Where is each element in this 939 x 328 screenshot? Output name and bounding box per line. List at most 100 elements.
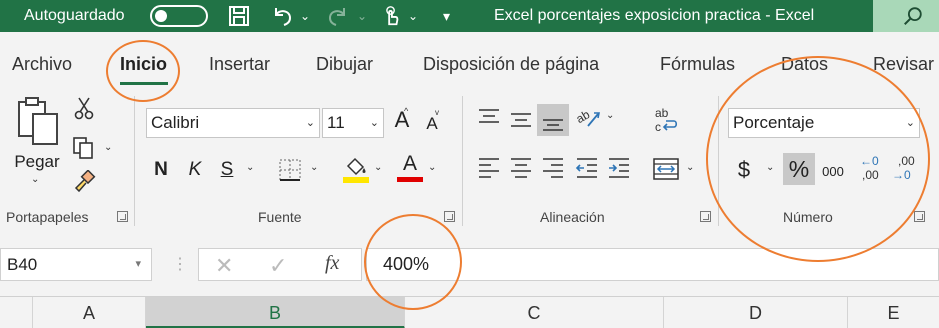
- save-icon[interactable]: [227, 4, 251, 28]
- font-name-value: Calibri: [151, 113, 200, 132]
- tab-disposicion[interactable]: Disposición de página: [423, 54, 599, 75]
- tab-inicio[interactable]: Inicio: [120, 54, 167, 75]
- insert-function-icon[interactable]: fx: [325, 252, 339, 275]
- borders-dropdown-icon[interactable]: ⌄: [310, 162, 318, 173]
- align-bottom-button[interactable]: [537, 104, 569, 136]
- number-group-label: Número: [783, 209, 833, 225]
- name-box[interactable]: B40 ▾: [0, 248, 152, 281]
- currency-button[interactable]: $: [734, 158, 754, 182]
- decrease-decimal-bottom: →0: [892, 168, 911, 182]
- chevron-down-icon: ▾: [135, 258, 141, 270]
- decrease-decimal-button[interactable]: ,00 →0: [892, 154, 924, 184]
- align-middle-icon[interactable]: [508, 106, 534, 130]
- bold-button[interactable]: N: [150, 158, 172, 182]
- column-header[interactable]: C: [405, 297, 664, 328]
- enter-icon[interactable]: ✓: [269, 253, 287, 279]
- italic-button[interactable]: K: [184, 158, 206, 182]
- tab-revisar[interactable]: Revisar: [873, 54, 934, 75]
- align-center-icon[interactable]: [508, 156, 534, 180]
- formula-input[interactable]: 400%: [366, 248, 939, 281]
- column-header[interactable]: E: [848, 297, 939, 328]
- number-launcher-icon[interactable]: [914, 211, 925, 222]
- number-format-value: Porcentaje: [733, 113, 815, 132]
- increase-decimal-bottom: ,00: [862, 168, 879, 182]
- autosave-toggle[interactable]: [150, 5, 208, 27]
- percent-style-button[interactable]: %: [783, 153, 815, 185]
- merge-center-icon[interactable]: [652, 156, 680, 182]
- underline-dropdown-icon[interactable]: ⌄: [246, 162, 254, 173]
- format-painter-icon[interactable]: [72, 170, 96, 194]
- select-all-corner[interactable]: [0, 297, 33, 328]
- font-color-dropdown-icon[interactable]: ⌄: [428, 162, 436, 173]
- font-group-label: Fuente: [258, 209, 302, 225]
- tab-archivo[interactable]: Archivo: [12, 54, 72, 75]
- grow-font-button[interactable]: A: [390, 108, 414, 132]
- font-size-value: 11: [327, 113, 345, 132]
- shrink-font-button[interactable]: A: [422, 112, 442, 136]
- fill-color-dropdown-icon[interactable]: ⌄: [374, 162, 382, 173]
- comma-style-button[interactable]: 000: [820, 160, 846, 184]
- font-color-button[interactable]: A: [398, 152, 422, 176]
- column-header-row: A B C D E: [0, 296, 939, 328]
- currency-dropdown-icon[interactable]: ⌄: [766, 162, 774, 173]
- font-size-select[interactable]: 11 ⌄: [322, 108, 384, 138]
- alignment-launcher-icon[interactable]: [700, 211, 711, 222]
- decrease-indent-icon[interactable]: [574, 156, 600, 180]
- tab-dibujar[interactable]: Dibujar: [316, 54, 373, 75]
- name-box-value: B40: [7, 255, 38, 274]
- align-top-icon[interactable]: [476, 106, 502, 130]
- borders-icon[interactable]: [278, 158, 302, 182]
- formula-buttons: ✕ ✓ fx: [198, 248, 362, 281]
- title-bar: Autoguardado ⌄ ⌄ ⌄ ▾ Excel porcentajes e…: [0, 0, 939, 32]
- orientation-icon[interactable]: ab: [574, 104, 602, 130]
- ribbon-tabs: Archivo Inicio Insertar Dibujar Disposic…: [0, 32, 939, 92]
- autosave-label: Autoguardado: [24, 7, 125, 24]
- caret-down-icon: v: [435, 108, 439, 117]
- paste-icon[interactable]: [16, 96, 62, 146]
- svg-text:c: c: [655, 120, 661, 134]
- percent-label: %: [788, 156, 810, 182]
- orientation-dropdown-icon[interactable]: ⌄: [606, 110, 614, 121]
- formula-value: 400%: [383, 254, 430, 274]
- paste-dropdown-icon[interactable]: ⌄: [31, 174, 39, 185]
- resize-handle-icon[interactable]: ⋮: [172, 254, 188, 274]
- tab-insertar[interactable]: Insertar: [209, 54, 270, 75]
- font-name-select[interactable]: Calibri ⌄: [146, 108, 320, 138]
- group-separator: [134, 96, 135, 226]
- touch-mode-icon[interactable]: [380, 4, 402, 28]
- column-header[interactable]: D: [664, 297, 848, 328]
- undo-dropdown-icon[interactable]: ⌄: [300, 0, 310, 32]
- underline-button[interactable]: S: [216, 158, 238, 182]
- clipboard-launcher-icon[interactable]: [117, 211, 128, 222]
- excel-window: Autoguardado ⌄ ⌄ ⌄ ▾ Excel porcentajes e…: [0, 0, 939, 328]
- tab-datos[interactable]: Datos: [781, 54, 828, 75]
- fill-color-icon[interactable]: [342, 154, 370, 184]
- paste-label[interactable]: Pegar: [12, 150, 62, 174]
- align-right-icon[interactable]: [540, 156, 566, 180]
- tab-formulas[interactable]: Fórmulas: [660, 54, 735, 75]
- column-header[interactable]: A: [33, 297, 146, 328]
- redo-icon: [328, 8, 345, 26]
- copy-dropdown-icon[interactable]: ⌄: [104, 142, 112, 153]
- copy-icon[interactable]: [72, 136, 96, 160]
- font-launcher-icon[interactable]: [444, 211, 455, 222]
- undo-icon[interactable]: [270, 4, 294, 28]
- touch-dropdown-icon[interactable]: ⌄: [408, 0, 418, 32]
- ribbon: Pegar ⌄ ⌄ Portapapeles Calibri ⌄ 11 ⌄ A …: [0, 92, 939, 234]
- increase-decimal-top: ←0: [860, 154, 879, 168]
- align-left-icon[interactable]: [476, 156, 502, 180]
- wrap-text-icon[interactable]: ab c: [652, 106, 680, 136]
- merge-dropdown-icon[interactable]: ⌄: [686, 162, 694, 173]
- number-format-select[interactable]: Porcentaje ⌄: [728, 108, 920, 138]
- increase-decimal-button[interactable]: ←0 ,00: [858, 154, 888, 184]
- chevron-down-icon: ⌄: [369, 117, 379, 129]
- search-button[interactable]: [873, 0, 939, 32]
- cut-icon[interactable]: [74, 96, 94, 120]
- customize-qat-icon[interactable]: ▾: [443, 0, 450, 32]
- alignment-group-label: Alineación: [540, 209, 605, 225]
- clipboard-group-label: Portapapeles: [6, 209, 89, 225]
- chevron-down-icon: ⌄: [905, 117, 915, 129]
- increase-indent-icon[interactable]: [606, 156, 632, 180]
- cancel-icon[interactable]: ✕: [215, 253, 233, 279]
- column-header-selected[interactable]: B: [146, 297, 405, 328]
